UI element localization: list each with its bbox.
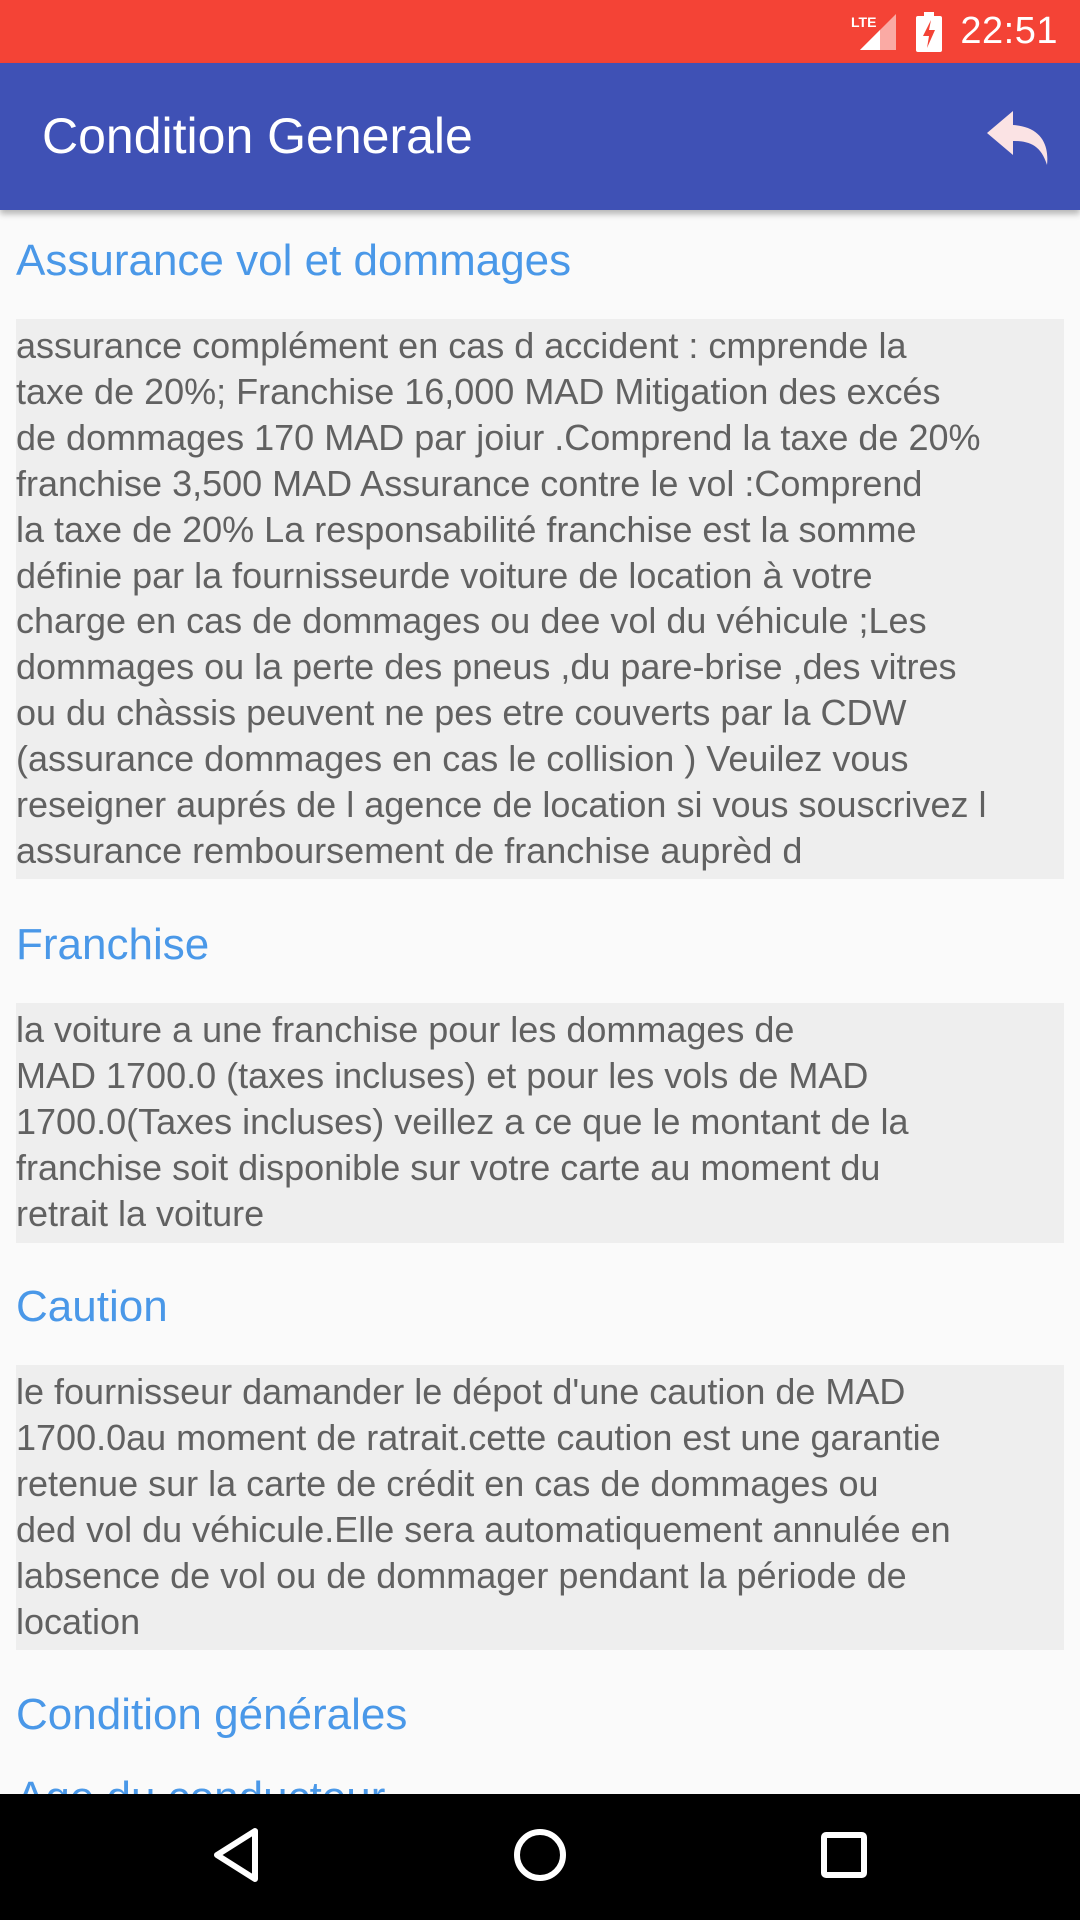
screen: LTE 22:51 Condition Generale Assurance v… (0, 0, 1080, 1920)
text-line: retenue sur la carte de crédit en cas de… (16, 1462, 879, 1504)
lte-label: LTE (851, 14, 876, 30)
status-time: 22:51 (960, 10, 1058, 52)
text-line: la taxe de 20% La responsabilité franchi… (16, 508, 917, 550)
text-line: dommages ou la perte des pneus ,du pare-… (16, 646, 957, 688)
section-body-franchise: la voiture a une franchise pour les domm… (16, 1003, 1064, 1243)
status-icons: LTE 22:51 (850, 0, 1058, 63)
text-line: franchise 3,500 MAD Assurance contre le … (16, 462, 923, 504)
nav-home-circle-icon (512, 1827, 568, 1887)
section-body-assurance: assurance complément en cas d accident :… (16, 319, 1064, 879)
text-line: le fournisseur damander le dépot d'une c… (16, 1371, 906, 1412)
section-body-caution: le fournisseur damander le dépot d'une c… (16, 1365, 1064, 1650)
section-title-age: Age du conducteur (16, 1768, 385, 1794)
text-line: labsence de vol ou de dommager pendant l… (16, 1554, 907, 1596)
status-bar: LTE 22:51 (0, 0, 1080, 63)
text-line: 1700.0au moment de ratrait.cette caution… (16, 1416, 941, 1458)
lte-signal-icon: LTE (850, 12, 900, 52)
text-line: ou du chàssis peuvent ne pes etre couver… (16, 692, 907, 734)
section-title-conditions: Condition générales (16, 1690, 408, 1739)
battery-charging-icon (916, 11, 943, 52)
text-line: retrait la voiture (16, 1192, 265, 1234)
nav-back-button[interactable] (196, 1817, 276, 1897)
text-line: définie par la fournisseurde voiture de … (16, 554, 873, 596)
text-line: 1700.0(Taxes incluses) veillez a ce que … (16, 1100, 909, 1142)
text-line: charge en cas de dommages ou dee vol du … (16, 600, 927, 642)
back-button[interactable] (980, 98, 1060, 178)
text-line: (assurance dommages en cas le collision … (16, 738, 909, 780)
text-line: ded vol du véhicule.Elle sera automatiqu… (16, 1508, 951, 1550)
text-line: franchise soit disponible sur votre cart… (16, 1146, 881, 1188)
page-title: Condition Generale (42, 108, 473, 164)
nav-home-button[interactable] (500, 1817, 580, 1897)
nav-recents-square-icon (820, 1831, 868, 1883)
section-title-caution: Caution (16, 1282, 168, 1331)
reply-arrow-icon (985, 107, 1055, 169)
text-line: reseigner auprés de l agence de location… (16, 784, 987, 826)
text-line: de dommages 170 MAD par joiur .Comprend … (16, 416, 981, 458)
text-line: taxe de 20%; Franchise 16,000 MAD Mitiga… (16, 370, 941, 412)
text-line: MAD 1700.0 (taxes incluses) et pour les … (16, 1054, 869, 1096)
nav-recents-button[interactable] (804, 1817, 884, 1897)
app-bar: Condition Generale (0, 63, 1080, 210)
text-line: location (16, 1600, 141, 1642)
content-scroll-area[interactable]: Assurance vol et dommages assurance comp… (0, 210, 1080, 1794)
text-line: assurance complément en cas d accident :… (16, 325, 907, 366)
section-title-franchise: Franchise (16, 920, 210, 969)
section-title-assurance: Assurance vol et dommages (16, 236, 572, 285)
text-line: la voiture a une franchise pour les domm… (16, 1009, 795, 1050)
text-line: assurance remboursement de franchise aup… (16, 829, 803, 871)
nav-back-triangle-icon (211, 1827, 261, 1887)
navigation-bar (0, 1794, 1080, 1920)
